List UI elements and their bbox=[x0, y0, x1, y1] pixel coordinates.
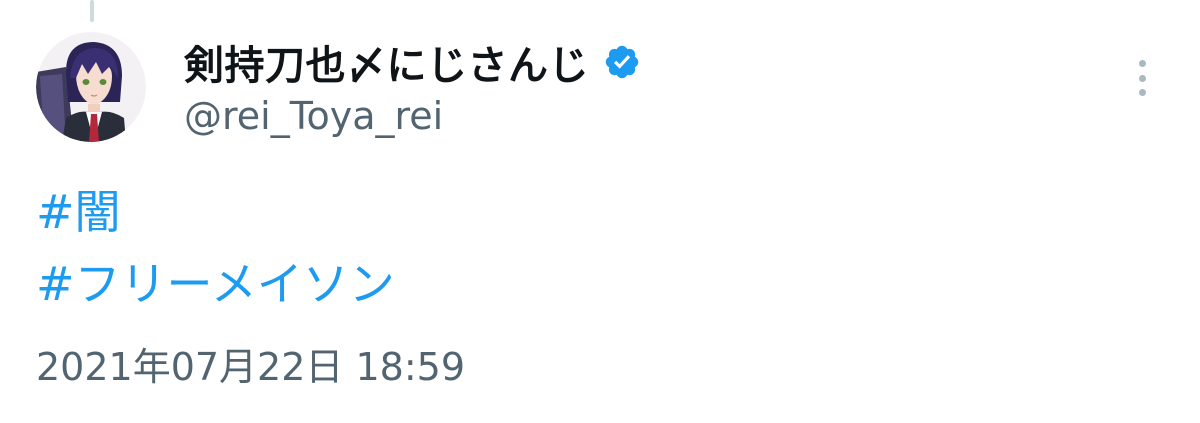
more-options-icon-dot bbox=[1138, 74, 1146, 82]
more-options-icon bbox=[1138, 60, 1146, 67]
hashtag-link[interactable]: #フリーメイソン bbox=[36, 248, 395, 314]
verified-badge-icon bbox=[605, 45, 639, 79]
author-display-name-row[interactable]: 剣持刀也〆にじさんじ bbox=[184, 33, 641, 91]
more-options-button[interactable] bbox=[1126, 56, 1158, 100]
tweet-timestamp[interactable]: 2021年07月22日 18:59 bbox=[36, 336, 465, 391]
more-options-icon-dot bbox=[1138, 89, 1146, 96]
thread-connector-line bbox=[90, 0, 94, 22]
avatar[interactable] bbox=[36, 32, 146, 142]
hashtag-link[interactable]: #闇 bbox=[36, 176, 121, 242]
author-display-name[interactable]: 剣持刀也〆にじさんじ bbox=[184, 33, 589, 91]
author-handle[interactable]: @rei_Toya_rei bbox=[184, 94, 443, 138]
